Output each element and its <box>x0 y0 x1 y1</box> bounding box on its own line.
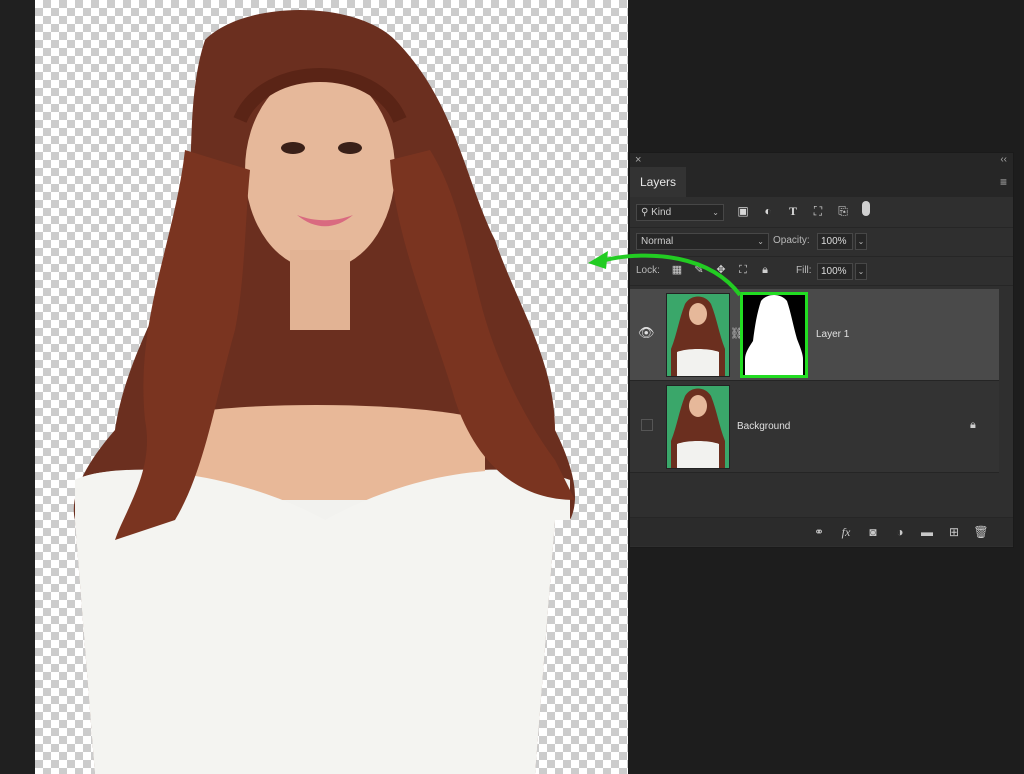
layer-name[interactable]: Background <box>737 421 790 432</box>
layers-panel: × ‹‹ Layers ≡ ⚲ Kind ⌄ ▣ ◐ T ⛶ ⎘ Normal … <box>629 152 1014 548</box>
fill-field[interactable]: 100% <box>817 263 853 280</box>
adjustment-icon[interactable]: ◑ <box>892 524 908 540</box>
visibility-toggle[interactable] <box>641 419 653 431</box>
fx-icon[interactable]: fx <box>838 524 854 540</box>
folder-icon[interactable]: ▬ <box>919 524 935 540</box>
chevron-down-icon: ⌄ <box>857 267 865 276</box>
portrait-thumbnail-image <box>667 386 729 468</box>
fill-label: Fill: <box>796 265 812 276</box>
layers-footer-toolbar: ⚭ fx ◙ ◑ ▬ ⊞ 🗑︎ <box>630 517 1013 546</box>
layer-thumbnail[interactable] <box>666 385 730 469</box>
type-filter-icon[interactable]: T <box>786 202 800 220</box>
panel-menu-icon[interactable]: ≡ <box>1000 176 1007 188</box>
image-filter-icon[interactable]: ▣ <box>736 202 750 220</box>
layer-row-background[interactable]: Background 🔒︎ <box>630 381 999 473</box>
layer-name[interactable]: Layer 1 <box>816 329 849 340</box>
chevron-down-icon: ⌄ <box>757 237 764 246</box>
filter-toggle-switch[interactable] <box>862 201 870 216</box>
chevron-down-icon: ⌄ <box>857 237 865 246</box>
panel-title-bar: × ‹‹ <box>630 153 1013 167</box>
lock-icon: 🔒︎ <box>970 419 976 431</box>
adjustment-filter-icon[interactable]: ◐ <box>761 202 775 220</box>
document-canvas[interactable] <box>0 0 628 774</box>
lock-all-icon[interactable]: 🔒︎ <box>758 262 772 278</box>
layer-mask-thumbnail[interactable] <box>740 292 808 378</box>
collapse-panel-icon[interactable]: ‹‹ <box>1000 153 1007 167</box>
opacity-label: Opacity: <box>773 235 810 246</box>
smart-object-filter-icon[interactable]: ⎘ <box>836 202 850 220</box>
filter-row: ⚲ Kind ⌄ ▣ ◐ T ⛶ ⎘ <box>630 197 1013 228</box>
opacity-dropdown[interactable]: ⌄ <box>855 233 867 250</box>
tab-layers[interactable]: Layers <box>630 167 687 197</box>
layer-mask-image <box>745 295 803 375</box>
subject-cutout-image <box>73 10 575 774</box>
fill-dropdown[interactable]: ⌄ <box>855 263 867 280</box>
panel-tab-row: Layers ≡ <box>630 167 1013 197</box>
eye-icon[interactable]: 👁︎ <box>638 325 655 341</box>
layer-thumbnail[interactable] <box>666 293 730 377</box>
link-icon[interactable]: ⚭ <box>811 524 827 540</box>
close-icon[interactable]: × <box>635 153 641 167</box>
portrait-thumbnail-image <box>667 294 729 376</box>
chevron-down-icon: ⌄ <box>712 208 719 217</box>
trash-icon[interactable]: 🗑︎ <box>973 524 989 540</box>
kind-label: Kind <box>651 207 672 218</box>
opacity-field[interactable]: 100% <box>817 233 853 250</box>
kind-filter-select[interactable]: ⚲ Kind ⌄ <box>636 204 724 221</box>
new-layer-icon[interactable]: ⊞ <box>946 524 962 540</box>
annotation-arrow <box>588 251 742 297</box>
add-mask-icon[interactable]: ◙ <box>865 524 881 540</box>
shape-filter-icon[interactable]: ⛶ <box>811 202 825 220</box>
search-icon: ⚲ <box>641 207 649 218</box>
